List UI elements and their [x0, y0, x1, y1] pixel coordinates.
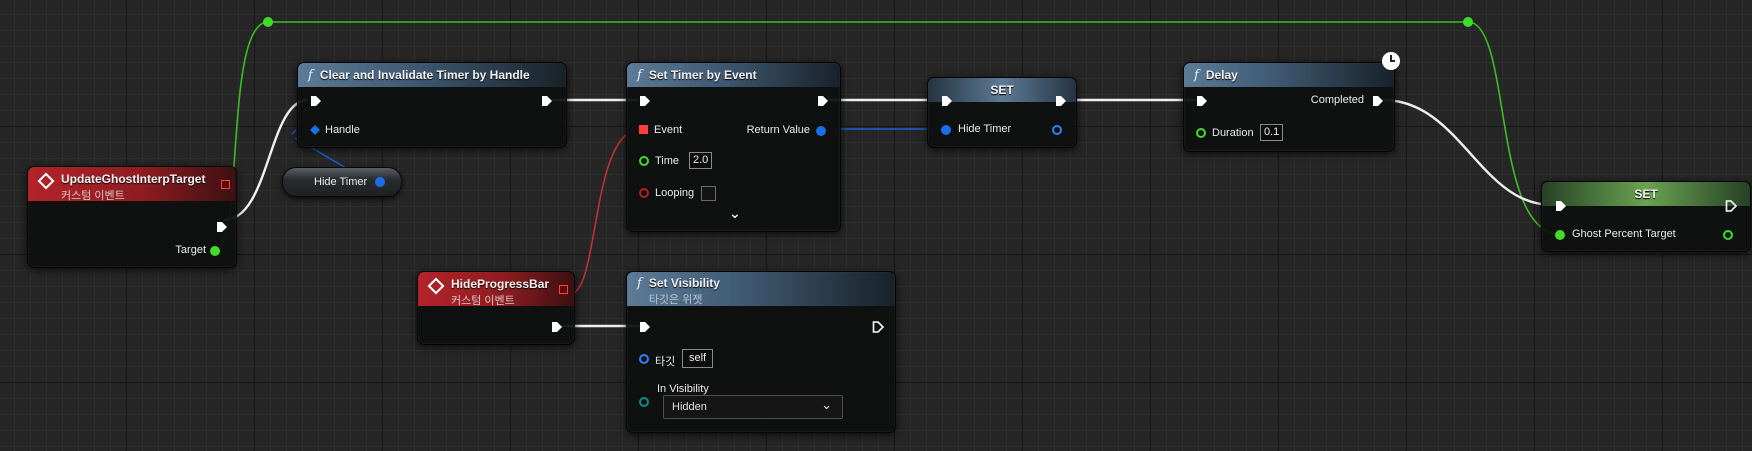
- duration-label: Duration: [1212, 127, 1254, 139]
- time-label: Time: [655, 155, 680, 167]
- reroute-knot-right[interactable]: [1463, 17, 1473, 27]
- function-header: f Delay: [1184, 63, 1394, 87]
- function-header: f Clear and Invalidate Timer by Handle: [298, 63, 566, 87]
- exec-wire: [1382, 98, 1553, 207]
- ghost-percent-out-pin[interactable]: [1723, 230, 1733, 240]
- hide-timer-out-pin[interactable]: [375, 177, 385, 187]
- return-value-pin[interactable]: [816, 126, 826, 136]
- update-ghost-event-node[interactable]: UpdateGhostInterpTarget 커스텀 이벤트 Target: [27, 166, 237, 268]
- set-hide-timer-node[interactable]: SET Hide Timer: [927, 77, 1077, 148]
- looping-label: Looping: [655, 187, 695, 199]
- function-title: Set Timer by Event: [648, 68, 757, 82]
- duration-input[interactable]: 0.1: [1260, 124, 1284, 141]
- target-pin-label: Target: [175, 244, 206, 256]
- expand-advanced-arrow[interactable]: ⌄: [729, 205, 741, 222]
- set-title: SET: [1634, 187, 1658, 201]
- event-subtitle: 커스텀 이벤트: [61, 190, 125, 202]
- function-header: f Set Visibility 타깃은 위젯: [627, 272, 895, 306]
- function-icon: f: [308, 67, 313, 83]
- return-value-label: Return Value: [746, 124, 810, 136]
- event-header: HideProgressBar 커스텀 이벤트: [418, 272, 574, 307]
- function-title: Delay: [1205, 68, 1238, 82]
- handle-wire: [291, 129, 297, 135]
- visibility-selected-value: Hidden: [672, 401, 707, 413]
- event-subtitle: 커스텀 이벤트: [451, 295, 515, 307]
- function-icon: f: [637, 67, 642, 83]
- target-label: 타깃: [655, 356, 676, 368]
- hide-progress-event-node[interactable]: HideProgressBar 커스텀 이벤트: [417, 271, 575, 345]
- completed-label: Completed: [1310, 94, 1364, 106]
- function-subtitle: 타깃은 위젯: [648, 294, 703, 306]
- clear-timer-node[interactable]: f Clear and Invalidate Timer by Handle H…: [297, 62, 567, 148]
- event-title: UpdateGhostInterpTarget: [61, 172, 206, 186]
- duration-pin[interactable]: [1196, 128, 1206, 138]
- delay-node[interactable]: f Delay Completed Duration 0.1: [1183, 62, 1395, 152]
- ghost-percent-in-pin[interactable]: [1555, 230, 1565, 240]
- event-delegate-pin[interactable]: [639, 125, 648, 134]
- event-pin-label: Event: [654, 124, 683, 136]
- time-input[interactable]: 2.0: [689, 152, 713, 169]
- hide-timer-getter-node[interactable]: Hide Timer: [282, 167, 402, 197]
- looping-checkbox[interactable]: [701, 186, 716, 201]
- target-self-box: self: [682, 349, 714, 368]
- event-title: HideProgressBar: [451, 277, 550, 291]
- target-out-pin[interactable]: [210, 246, 220, 256]
- function-icon: f: [637, 276, 642, 291]
- var-label: Ghost Percent Target: [1572, 228, 1676, 240]
- var-label: Hide Timer: [958, 123, 1012, 135]
- set-ghost-percent-node[interactable]: SET Ghost Percent Target: [1541, 181, 1751, 252]
- function-title: Clear and Invalidate Timer by Handle: [319, 68, 530, 82]
- visibility-dropdown[interactable]: Hidden ⌄: [663, 395, 843, 419]
- in-visibility-label: In Visibility: [657, 383, 709, 395]
- set-header: SET: [1542, 182, 1750, 206]
- reroute-knot-left[interactable]: [263, 17, 273, 27]
- latent-clock-icon: [1382, 52, 1400, 70]
- event-header: UpdateGhostInterpTarget 커스텀 이벤트: [28, 167, 236, 202]
- set-visibility-node[interactable]: f Set Visibility 타깃은 위젯 타깃 self In Visib…: [626, 271, 896, 433]
- time-pin[interactable]: [639, 156, 649, 166]
- function-icon: f: [1194, 67, 1199, 83]
- hide-timer-out-pin[interactable]: [1052, 125, 1062, 135]
- function-header: f Set Timer by Event: [627, 63, 840, 87]
- function-title: Set Visibility: [648, 276, 720, 290]
- delegate-pin[interactable]: [559, 285, 568, 294]
- handle-pin-label: Handle: [325, 124, 360, 136]
- event-diamond-icon: [37, 172, 55, 190]
- set-title: SET: [990, 83, 1014, 97]
- hide-timer-in-pin[interactable]: [941, 125, 951, 135]
- in-visibility-pin[interactable]: [639, 397, 649, 407]
- chevron-down-icon: ⌄: [821, 397, 832, 412]
- target-pin[interactable]: [639, 354, 649, 364]
- set-timer-node[interactable]: f Set Timer by Event Event Return Value …: [626, 62, 841, 232]
- looping-pin[interactable]: [639, 188, 649, 198]
- event-diamond-icon: [427, 277, 445, 295]
- getter-label: Hide Timer: [314, 176, 368, 188]
- delegate-pin[interactable]: [221, 180, 230, 189]
